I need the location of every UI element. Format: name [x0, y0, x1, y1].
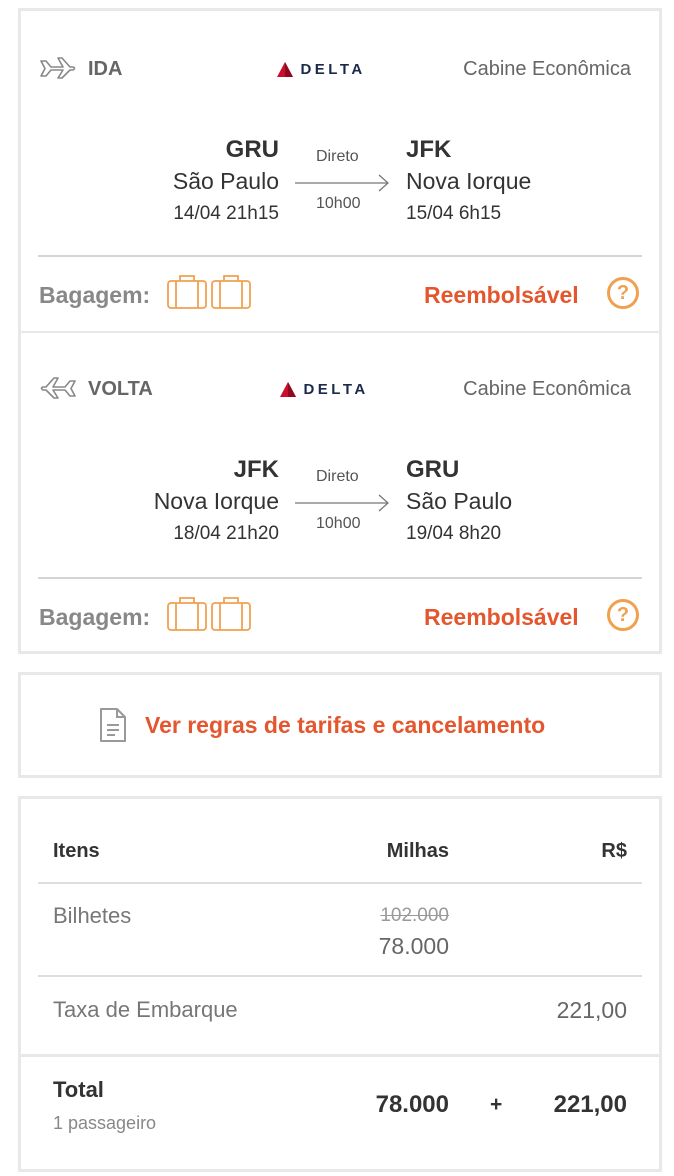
- duration-label: 10h00: [316, 515, 361, 532]
- total-label: Total: [53, 1077, 104, 1102]
- divider: [38, 255, 642, 257]
- tickets-miles: 78.000: [378, 933, 449, 959]
- delta-triangle-icon: [277, 62, 293, 78]
- help-icon[interactable]: ?: [607, 277, 639, 309]
- total-miles: 78.000: [375, 1091, 449, 1118]
- tickets-old-miles: 102.000: [380, 905, 449, 926]
- delta-logo: DELTA: [280, 381, 369, 399]
- flight-card: IDA DELTA Cabine Econômica GRU São Paulo…: [18, 8, 662, 654]
- total-separator: [18, 1054, 662, 1057]
- fare-rules-card[interactable]: Ver regras de tarifas e cancelamento: [18, 672, 662, 778]
- dest-city: Nova Iorque: [406, 168, 532, 194]
- passenger-count: 1 passageiro: [53, 1113, 157, 1133]
- departure-time: 18/04 21h20: [173, 523, 279, 544]
- cabin-class: Cabine Econômica: [463, 58, 631, 80]
- origin-code: GRU: [225, 136, 279, 163]
- outbound-section: IDA DELTA Cabine Econômica GRU São Paulo…: [21, 11, 659, 333]
- stops-label: Direto: [316, 148, 359, 165]
- col-header-miles: Milhas: [386, 840, 449, 862]
- help-icon[interactable]: ?: [607, 599, 639, 631]
- divider: [38, 577, 642, 579]
- total-brl: 221,00: [553, 1091, 627, 1118]
- fare-rules-link[interactable]: Ver regras de tarifas e cancelamento: [145, 712, 545, 739]
- tax-brl: 221,00: [556, 997, 627, 1023]
- return-section: VOLTA DELTA Cabine Econômica JFK Nova Io…: [21, 331, 659, 651]
- divider: [38, 882, 642, 884]
- dest-code: JFK: [406, 136, 452, 163]
- col-header-items: Itens: [53, 840, 100, 862]
- baggage-icon[interactable]: [166, 274, 256, 310]
- arrival-time: 15/04 6h15: [406, 203, 502, 224]
- direction-label: IDA: [88, 58, 123, 80]
- direction-label: VOLTA: [88, 378, 153, 400]
- origin-code: JFK: [233, 456, 279, 483]
- departure-time: 14/04 21h15: [173, 203, 279, 224]
- dest-city: São Paulo: [406, 488, 513, 514]
- stops-label: Direto: [316, 468, 359, 485]
- origin-city: Nova Iorque: [153, 488, 279, 514]
- baggage-label: Bagagem:: [39, 282, 151, 308]
- divider: [38, 975, 642, 977]
- plane-return-icon: [40, 377, 76, 399]
- col-header-brl: R$: [601, 840, 627, 862]
- document-icon: [100, 708, 126, 742]
- price-summary-card: Itens Milhas R$ Bilhetes 102.000 78.000 …: [18, 796, 662, 1172]
- baggage-icon[interactable]: [166, 596, 256, 632]
- cabin-class: Cabine Econômica: [463, 378, 631, 400]
- refundable-label: Reembolsável: [424, 604, 579, 630]
- plus-sign: +: [490, 1093, 503, 1116]
- duration-label: 10h00: [316, 195, 361, 212]
- refundable-label: Reembolsável: [424, 282, 579, 308]
- dest-code: GRU: [406, 456, 460, 483]
- delta-logo: DELTA: [277, 61, 366, 79]
- tax-label: Taxa de Embarque: [53, 997, 238, 1022]
- delta-triangle-icon: [280, 382, 296, 398]
- route-arrow-icon: [295, 494, 389, 512]
- tickets-label: Bilhetes: [53, 903, 132, 928]
- baggage-label: Bagagem:: [39, 604, 151, 630]
- arrival-time: 19/04 8h20: [406, 523, 502, 544]
- route-arrow-icon: [295, 174, 389, 192]
- origin-city: São Paulo: [172, 168, 279, 194]
- plane-departure-icon: [40, 57, 76, 79]
